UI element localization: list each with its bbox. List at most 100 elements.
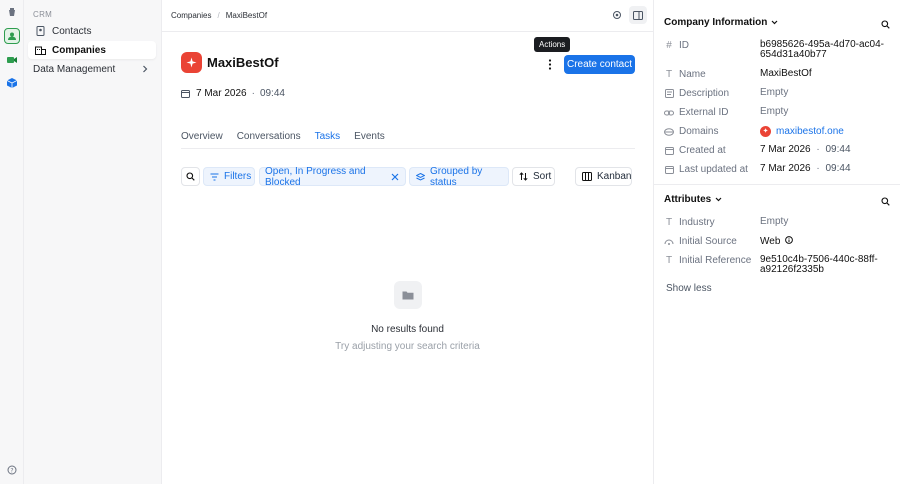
field-label: External ID: [679, 107, 729, 118]
company-info-header[interactable]: Company Information: [664, 17, 778, 28]
contact-card-icon: [34, 25, 46, 37]
time-text: 09:44: [259, 88, 285, 99]
search-button[interactable]: [181, 167, 200, 186]
crm-app-icon[interactable]: [4, 28, 20, 44]
tab-events[interactable]: Events: [354, 131, 385, 149]
attributes-header[interactable]: Attributes: [664, 194, 722, 205]
kanban-icon: [582, 172, 592, 181]
field-label: Domains: [679, 126, 719, 137]
section-title: Company Information: [664, 17, 768, 28]
tab-tasks[interactable]: Tasks: [314, 131, 341, 149]
domain-favicon-icon: ✦: [760, 126, 771, 137]
empty-state-subtitle: Try adjusting your search criteria: [335, 341, 480, 352]
chevron-right-icon: [142, 65, 148, 76]
page-title: MaxiBestOf: [207, 55, 279, 70]
field-label: Industry: [679, 217, 715, 228]
kanban-view-button[interactable]: Kanban: [575, 167, 632, 186]
help-icon[interactable]: ?: [4, 462, 20, 478]
actions-tooltip: Actions: [534, 37, 571, 52]
svg-text:?: ?: [10, 467, 13, 474]
field-value[interactable]: MaxiBestOf: [760, 69, 894, 79]
search-icon[interactable]: [881, 18, 890, 32]
field-label: Created at: [679, 145, 726, 156]
field-label: Name: [679, 69, 706, 80]
field-value[interactable]: 9e510c4b-7506-440c-88ff-a92126f2335b: [760, 255, 894, 275]
sidebar-item-label: Companies: [52, 44, 106, 56]
sort-icon: [519, 172, 528, 181]
hash-icon: #: [666, 40, 672, 51]
time-text: 09:44: [825, 144, 851, 155]
field-value[interactable]: Empty: [760, 107, 894, 117]
chevron-down-icon: [715, 197, 722, 202]
source-icon: [664, 237, 674, 247]
field-value[interactable]: b6985626-495a-4d70-ac04-654d31a40b77: [760, 40, 894, 60]
calendar-icon: [664, 146, 674, 156]
company-logo: [181, 52, 202, 73]
breadcrumb: Companies / MaxiBestOf: [171, 11, 268, 20]
field-label: Last updated at: [679, 164, 748, 175]
field-label: ID: [679, 40, 689, 51]
details-panel: Company Information # ID b6985626-495a-4d…: [653, 0, 900, 484]
tab-conversations[interactable]: Conversations: [237, 131, 301, 149]
video-app-icon[interactable]: [4, 52, 20, 68]
building-icon: [34, 44, 46, 56]
text-icon: T: [665, 69, 673, 80]
sidebar-item-label: Contacts: [52, 25, 92, 37]
close-icon[interactable]: [391, 173, 399, 181]
link-icon: [664, 108, 674, 118]
text-icon: T: [665, 255, 673, 266]
filter-icon: [210, 173, 219, 181]
calendar-icon: [181, 89, 190, 98]
show-less-button[interactable]: Show less: [666, 283, 712, 294]
filters-button[interactable]: Filters: [203, 167, 255, 186]
tab-overview[interactable]: Overview: [181, 131, 223, 149]
source-text: Web: [760, 236, 781, 247]
date-text: 7 Mar 2026: [760, 144, 811, 155]
workspace-icon[interactable]: [4, 4, 20, 20]
chevron-down-icon: [771, 20, 778, 25]
field-value[interactable]: Empty: [760, 217, 894, 227]
search-icon: [186, 172, 195, 181]
domain-link[interactable]: ✦ maxibestof.one: [760, 126, 894, 137]
sort-button[interactable]: Sort: [512, 167, 555, 186]
calendar-icon: [664, 165, 674, 175]
divider: [162, 31, 653, 32]
sidebar-item-companies[interactable]: Companies: [28, 41, 156, 59]
field-value: 7 Mar 2026 · 09:44: [760, 163, 851, 174]
divider: [654, 184, 900, 185]
field-label: Initial Reference: [679, 255, 752, 266]
created-date: 7 Mar 2026 · 09:44: [181, 88, 285, 99]
search-icon[interactable]: [881, 195, 890, 209]
sidebar-section-label: CRM: [33, 10, 53, 19]
info-icon[interactable]: [785, 236, 794, 244]
grouped-by-status-button[interactable]: Grouped by status: [409, 165, 509, 188]
more-actions-icon[interactable]: [543, 56, 557, 72]
settings-icon[interactable]: [608, 6, 626, 24]
sidebar-item-data-management[interactable]: Data Management: [28, 60, 156, 78]
filters-label: Filters: [224, 171, 252, 182]
layers-icon: [416, 172, 425, 181]
empty-state-title: No results found: [371, 324, 444, 335]
domain-text: maxibestof.one: [776, 125, 844, 137]
field-label: Description: [679, 88, 730, 99]
field-value[interactable]: Empty: [760, 88, 894, 98]
status-filter-chip[interactable]: Open, In Progress and Blocked: [259, 166, 406, 188]
breadcrumb-companies[interactable]: Companies: [171, 11, 211, 20]
divider: [181, 148, 635, 149]
breadcrumb-current: MaxiBestOf: [225, 11, 268, 20]
sidebar-item-label: Data Management: [33, 63, 116, 75]
tab-bar: Overview Conversations Tasks Events: [181, 131, 399, 149]
kanban-label: Kanban: [597, 171, 632, 182]
cube-app-icon[interactable]: [4, 75, 20, 91]
sort-label: Sort: [533, 171, 552, 182]
create-contact-button[interactable]: Create contact: [564, 55, 635, 74]
section-title: Attributes: [664, 194, 712, 205]
sidebar-item-contacts[interactable]: Contacts: [28, 22, 156, 40]
field-value[interactable]: Web: [760, 236, 894, 247]
toggle-panel-icon[interactable]: [629, 6, 647, 24]
grouped-label: Grouped by status: [430, 165, 483, 188]
time-text: 09:44: [825, 163, 851, 174]
domain-icon: [664, 127, 674, 137]
description-icon: [664, 89, 674, 99]
app-rail: ?: [0, 0, 24, 484]
